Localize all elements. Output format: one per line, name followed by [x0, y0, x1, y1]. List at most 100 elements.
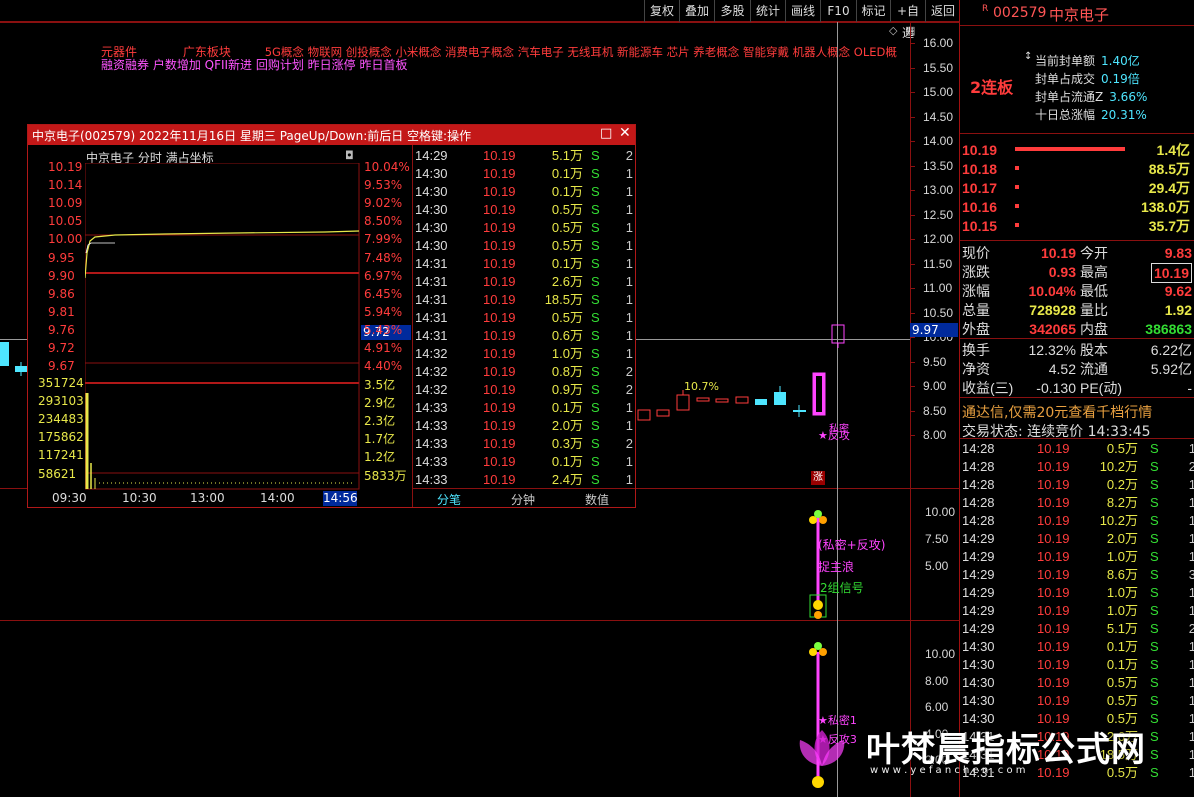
- tick-mark: [910, 141, 915, 142]
- ind2-tick: 8.00: [925, 673, 949, 688]
- popup-vol-tick: 175862: [38, 430, 84, 445]
- tick-time: 14:30: [415, 184, 448, 199]
- tab-trades[interactable]: 分笔: [437, 491, 461, 508]
- tick-volume: 1.0万: [1106, 549, 1138, 564]
- toolbar-button-5[interactable]: F10: [820, 0, 856, 22]
- tick-side: S: [1150, 495, 1159, 510]
- tick-side: S: [1150, 639, 1159, 654]
- candle: [715, 398, 729, 403]
- tab-values[interactable]: 数值: [585, 491, 609, 508]
- seal-row: 当前封单额 1.40亿: [1035, 52, 1140, 69]
- toolbar-button-7[interactable]: +自选: [890, 0, 925, 40]
- tick-time: 14:28: [962, 459, 995, 474]
- popup-pct-tick: 9.02%: [364, 196, 403, 211]
- tick-volume: 0.1万: [551, 400, 583, 415]
- side-tick-row: 14:29 10.19 5.1万 S 2: [960, 620, 1194, 638]
- tick-volume: 0.8万: [551, 364, 583, 379]
- popup-price-tick: 9.67: [48, 359, 75, 374]
- tick-side: S: [591, 364, 600, 379]
- fund-value: 5.92亿: [1150, 361, 1192, 377]
- side-tick-row: 14:28 10.19 0.5万 S 1: [960, 440, 1194, 458]
- ind1-tick: 7.50: [925, 532, 949, 546]
- tick-side: S: [1150, 603, 1159, 618]
- tick-side: S: [591, 256, 600, 271]
- toolbar-button-0[interactable]: 复权: [644, 0, 679, 22]
- tick-time: 14:31: [415, 292, 448, 307]
- tick-volume: 0.1万: [1106, 639, 1138, 654]
- popup-titlebar[interactable]: 中京电子(002579) 2022年11月16日 星期三 PageUp/Down…: [28, 125, 635, 145]
- tick-time: 14:29: [962, 621, 995, 636]
- quote-value: 9.62: [1164, 283, 1192, 299]
- popup-tick-list[interactable]: 14:29 10.19 5.1万 S 2 14:30 10.19 0.1万 S 1 14:30 10.…: [413, 147, 635, 487]
- stock-name: 中京电子: [1049, 6, 1110, 24]
- close-icon[interactable]: ✕: [619, 125, 631, 141]
- divider: [960, 133, 1194, 134]
- tick-price: 10.19: [1037, 567, 1070, 582]
- tick-time: 14:32: [415, 382, 448, 397]
- divider: [960, 397, 1194, 398]
- intraday-popup[interactable]: 中京电子(002579) 2022年11月16日 星期三 PageUp/Down…: [27, 124, 636, 508]
- tick-price: 10.19: [483, 328, 516, 343]
- fund-row: 换手 12.32% 股本 6.22亿: [960, 341, 1194, 359]
- popup-vol-tick: 351724: [38, 376, 84, 390]
- promo-link[interactable]: 通达信,仅需20元查看千档行情: [962, 402, 1152, 422]
- tick-price: 10.19: [483, 256, 516, 271]
- side-tick-row: 14:30 10.19 0.5万 S 1: [960, 674, 1194, 692]
- popup-tick-row: 14:29 10.19 5.1万 S 2: [413, 147, 635, 165]
- tick-count: 1: [1188, 513, 1194, 528]
- tick-time: 14:29: [962, 603, 995, 618]
- seal-value: 0.19倍: [1101, 72, 1140, 86]
- price-tick: 15.00: [923, 85, 954, 99]
- maximize-icon[interactable]: □: [600, 126, 612, 141]
- tick-volume: 2.0万: [1106, 531, 1138, 546]
- quote-row: 涨跌 0.93 最高 10.19: [960, 263, 1194, 283]
- tick-price: 10.19: [483, 148, 516, 163]
- toolbar-button-3[interactable]: 统计: [750, 0, 785, 22]
- tab-minutes[interactable]: 分钟: [511, 491, 535, 508]
- tick-volume: 5.1万: [551, 148, 583, 163]
- side-tick-row: 14:28 10.19 10.2万 S 1: [960, 512, 1194, 530]
- tick-volume: 0.6万: [551, 328, 583, 343]
- stock-badge: R: [982, 4, 989, 14]
- tick-count: 1: [625, 328, 633, 343]
- quote-value: 10.19: [1040, 245, 1076, 261]
- stock-header[interactable]: R 002579 中京电子: [960, 0, 1194, 26]
- quote-label: 涨跌: [962, 264, 990, 280]
- toolbar-button-8[interactable]: 返回: [925, 0, 960, 22]
- toolbar-button-2[interactable]: 多股: [714, 0, 750, 22]
- tick-count: 1: [625, 274, 633, 289]
- tick-price: 10.19: [1037, 459, 1070, 474]
- book-volume: 35.7万: [1148, 218, 1190, 234]
- tick-count: 1: [625, 220, 633, 235]
- tick-time: 14:32: [415, 364, 448, 379]
- tick-time: 14:32: [415, 346, 448, 361]
- price-tick: 14.50: [923, 109, 954, 124]
- tick-volume: 0.1万: [551, 184, 583, 199]
- tick-price: 10.19: [483, 382, 516, 397]
- price-tick: 15.50: [923, 60, 954, 75]
- tick-side: S: [591, 184, 600, 199]
- tick-volume: 0.1万: [1106, 657, 1138, 672]
- tick-volume: 0.5万: [551, 202, 583, 217]
- tick-volume: 0.3万: [551, 436, 583, 451]
- popup-time-tick: 10:30: [122, 491, 157, 505]
- popup-pct-tick: 6.45%: [364, 286, 403, 301]
- quote-value: 10.04%: [1028, 283, 1076, 299]
- chart-toggle-icon[interactable]: ◘: [345, 149, 354, 162]
- tick-side: S: [591, 274, 600, 289]
- toolbar-button-4[interactable]: 画线: [785, 0, 820, 22]
- price-tick: 12.00: [923, 232, 954, 246]
- popup-intraday-chart[interactable]: [85, 163, 361, 491]
- toolbar-button-6[interactable]: 标记: [856, 0, 890, 22]
- toolbar-button-1[interactable]: 叠加: [679, 0, 714, 22]
- tick-time: 14:30: [415, 220, 448, 235]
- popup-tick-row: 14:31 10.19 2.6万 S 1: [413, 273, 635, 291]
- popup-time-end: 14:56: [323, 491, 358, 506]
- tick-side: S: [591, 400, 600, 415]
- popup-pct-tick: 7.99%: [364, 232, 403, 247]
- tick-volume: 8.2万: [1106, 495, 1138, 510]
- tick-count: 1: [625, 418, 633, 433]
- price-tick: 8.50: [923, 403, 947, 418]
- tick-side: S: [591, 472, 600, 487]
- tick-count: 1: [625, 256, 633, 271]
